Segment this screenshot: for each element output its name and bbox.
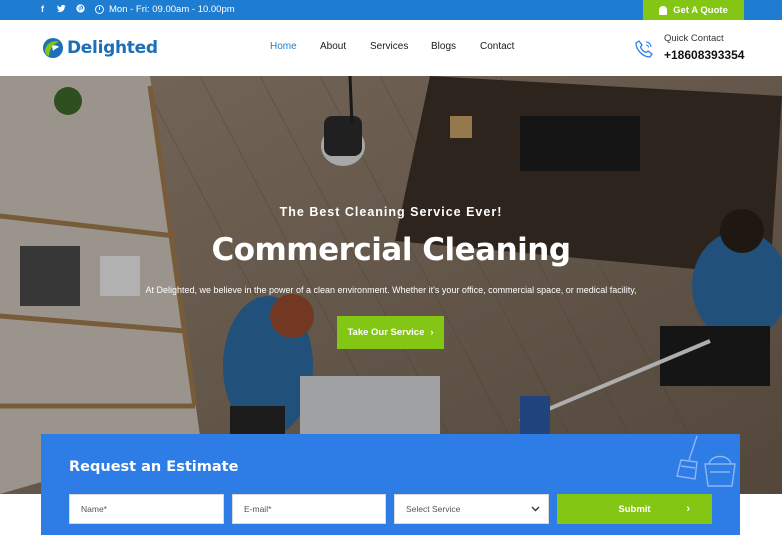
- hours-text: Mon - Fri: 09.00am - 10.00pm: [109, 4, 235, 15]
- logo[interactable]: Delighted: [41, 36, 158, 60]
- hero-title: Commercial Cleaning: [211, 232, 571, 268]
- estimate-form: Request an Estimate Name* E-mail* Select…: [41, 434, 740, 535]
- main-nav: Home About Services Blogs Contact: [270, 41, 514, 52]
- chevron-right-icon: ›: [686, 503, 690, 515]
- phone-icon: [635, 40, 653, 58]
- site-header: Delighted Home About Services Blogs Cont…: [0, 20, 782, 76]
- pinterest-icon[interactable]: [76, 4, 85, 15]
- chevron-right-icon: ›: [430, 327, 434, 338]
- twitter-icon[interactable]: [57, 4, 66, 15]
- nav-home[interactable]: Home: [270, 41, 320, 52]
- email-placeholder: E-mail*: [244, 504, 272, 514]
- get-a-quote-button[interactable]: Get A Quote: [643, 0, 744, 20]
- social-links: f: [38, 4, 85, 15]
- bell-icon: [659, 5, 668, 15]
- estimate-title: Request an Estimate: [69, 459, 239, 475]
- logo-text: Delighted: [67, 38, 158, 58]
- hero-banner: The Best Cleaning Service Ever! Commerci…: [0, 76, 782, 494]
- logo-icon: [43, 38, 63, 58]
- hero-description: At Delighted, we believe in the power of…: [145, 285, 637, 295]
- take-our-service-button[interactable]: Take Our Service ›: [337, 316, 444, 349]
- nav-contact[interactable]: Contact: [480, 41, 514, 52]
- quick-contact-phone[interactable]: +18608393354: [664, 48, 744, 62]
- email-input[interactable]: E-mail*: [232, 494, 386, 524]
- top-bar: f Mon - Fri: 09.00am - 10.00pm Get A Quo…: [0, 0, 782, 20]
- service-select-value: Select Service: [406, 504, 461, 514]
- clock-icon: [95, 5, 104, 14]
- quick-contact-label: Quick Contact: [664, 33, 724, 44]
- hero-tagline: The Best Cleaning Service Ever!: [279, 205, 503, 219]
- facebook-icon[interactable]: f: [38, 4, 47, 15]
- name-placeholder: Name*: [81, 504, 107, 514]
- nav-blogs[interactable]: Blogs: [431, 41, 480, 52]
- take-our-service-label: Take Our Service: [347, 327, 425, 338]
- get-a-quote-label: Get A Quote: [673, 4, 728, 16]
- service-select[interactable]: Select Service: [394, 494, 549, 524]
- bucket-icon: [704, 463, 736, 487]
- submit-button[interactable]: Submit ›: [557, 494, 712, 524]
- submit-label: Submit: [618, 503, 651, 515]
- nav-services[interactable]: Services: [370, 41, 431, 52]
- business-hours: Mon - Fri: 09.00am - 10.00pm: [95, 3, 235, 16]
- chevron-down-icon: [531, 506, 540, 512]
- broom-icon: [676, 435, 736, 487]
- nav-about[interactable]: About: [320, 41, 370, 52]
- name-input[interactable]: Name*: [69, 494, 224, 524]
